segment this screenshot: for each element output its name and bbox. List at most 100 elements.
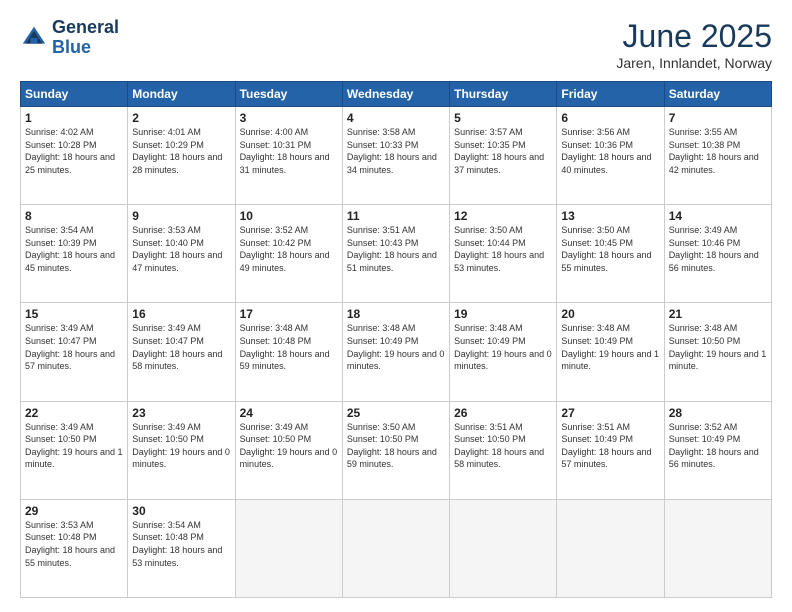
table-row: 13Sunrise: 3:50 AMSunset: 10:45 PMDaylig… bbox=[557, 205, 664, 303]
day-number: 25 bbox=[347, 406, 445, 420]
day-number: 13 bbox=[561, 209, 659, 223]
day-number: 14 bbox=[669, 209, 767, 223]
day-number: 20 bbox=[561, 307, 659, 321]
table-row: 30Sunrise: 3:54 AMSunset: 10:48 PMDaylig… bbox=[128, 499, 235, 597]
day-number: 15 bbox=[25, 307, 123, 321]
col-saturday: Saturday bbox=[664, 82, 771, 107]
day-info: Sunrise: 3:48 AMSunset: 10:48 PMDaylight… bbox=[240, 322, 338, 372]
day-info: Sunrise: 3:51 AMSunset: 10:49 PMDaylight… bbox=[561, 421, 659, 471]
table-row bbox=[664, 499, 771, 597]
col-tuesday: Tuesday bbox=[235, 82, 342, 107]
table-row: 14Sunrise: 3:49 AMSunset: 10:46 PMDaylig… bbox=[664, 205, 771, 303]
table-row bbox=[235, 499, 342, 597]
table-row: 16Sunrise: 3:49 AMSunset: 10:47 PMDaylig… bbox=[128, 303, 235, 401]
table-row: 18Sunrise: 3:48 AMSunset: 10:49 PMDaylig… bbox=[342, 303, 449, 401]
table-row: 21Sunrise: 3:48 AMSunset: 10:50 PMDaylig… bbox=[664, 303, 771, 401]
table-row: 25Sunrise: 3:50 AMSunset: 10:50 PMDaylig… bbox=[342, 401, 449, 499]
day-info: Sunrise: 3:50 AMSunset: 10:50 PMDaylight… bbox=[347, 421, 445, 471]
day-number: 5 bbox=[454, 111, 552, 125]
col-wednesday: Wednesday bbox=[342, 82, 449, 107]
day-info: Sunrise: 4:01 AMSunset: 10:29 PMDaylight… bbox=[132, 126, 230, 176]
day-info: Sunrise: 3:50 AMSunset: 10:44 PMDaylight… bbox=[454, 224, 552, 274]
col-sunday: Sunday bbox=[21, 82, 128, 107]
calendar-row: 1Sunrise: 4:02 AMSunset: 10:28 PMDayligh… bbox=[21, 107, 772, 205]
day-info: Sunrise: 3:55 AMSunset: 10:38 PMDaylight… bbox=[669, 126, 767, 176]
logo: General Blue bbox=[20, 18, 119, 58]
day-number: 17 bbox=[240, 307, 338, 321]
page: General Blue June 2025 Jaren, Innlandet,… bbox=[0, 0, 792, 612]
day-number: 10 bbox=[240, 209, 338, 223]
day-info: Sunrise: 4:02 AMSunset: 10:28 PMDaylight… bbox=[25, 126, 123, 176]
logo-icon bbox=[20, 24, 48, 52]
calendar-row: 22Sunrise: 3:49 AMSunset: 10:50 PMDaylig… bbox=[21, 401, 772, 499]
day-number: 30 bbox=[132, 504, 230, 518]
day-info: Sunrise: 3:48 AMSunset: 10:50 PMDaylight… bbox=[669, 322, 767, 372]
day-number: 3 bbox=[240, 111, 338, 125]
table-row: 27Sunrise: 3:51 AMSunset: 10:49 PMDaylig… bbox=[557, 401, 664, 499]
day-info: Sunrise: 3:57 AMSunset: 10:35 PMDaylight… bbox=[454, 126, 552, 176]
table-row: 22Sunrise: 3:49 AMSunset: 10:50 PMDaylig… bbox=[21, 401, 128, 499]
table-row: 20Sunrise: 3:48 AMSunset: 10:49 PMDaylig… bbox=[557, 303, 664, 401]
day-number: 6 bbox=[561, 111, 659, 125]
day-info: Sunrise: 3:51 AMSunset: 10:50 PMDaylight… bbox=[454, 421, 552, 471]
col-friday: Friday bbox=[557, 82, 664, 107]
month-title: June 2025 bbox=[616, 18, 772, 55]
day-number: 12 bbox=[454, 209, 552, 223]
day-number: 26 bbox=[454, 406, 552, 420]
day-number: 23 bbox=[132, 406, 230, 420]
day-info: Sunrise: 3:52 AMSunset: 10:42 PMDaylight… bbox=[240, 224, 338, 274]
day-number: 24 bbox=[240, 406, 338, 420]
day-number: 29 bbox=[25, 504, 123, 518]
day-number: 4 bbox=[347, 111, 445, 125]
day-number: 16 bbox=[132, 307, 230, 321]
day-info: Sunrise: 3:48 AMSunset: 10:49 PMDaylight… bbox=[347, 322, 445, 372]
day-info: Sunrise: 3:48 AMSunset: 10:49 PMDaylight… bbox=[454, 322, 552, 372]
table-row: 19Sunrise: 3:48 AMSunset: 10:49 PMDaylig… bbox=[450, 303, 557, 401]
logo-text: General Blue bbox=[52, 18, 119, 58]
table-row: 11Sunrise: 3:51 AMSunset: 10:43 PMDaylig… bbox=[342, 205, 449, 303]
day-number: 21 bbox=[669, 307, 767, 321]
table-row: 6Sunrise: 3:56 AMSunset: 10:36 PMDayligh… bbox=[557, 107, 664, 205]
table-row: 8Sunrise: 3:54 AMSunset: 10:39 PMDayligh… bbox=[21, 205, 128, 303]
table-row bbox=[557, 499, 664, 597]
day-info: Sunrise: 3:53 AMSunset: 10:40 PMDaylight… bbox=[132, 224, 230, 274]
table-row: 26Sunrise: 3:51 AMSunset: 10:50 PMDaylig… bbox=[450, 401, 557, 499]
day-info: Sunrise: 3:54 AMSunset: 10:48 PMDaylight… bbox=[132, 519, 230, 569]
table-row: 24Sunrise: 3:49 AMSunset: 10:50 PMDaylig… bbox=[235, 401, 342, 499]
table-row: 1Sunrise: 4:02 AMSunset: 10:28 PMDayligh… bbox=[21, 107, 128, 205]
day-info: Sunrise: 3:49 AMSunset: 10:47 PMDaylight… bbox=[132, 322, 230, 372]
table-row bbox=[342, 499, 449, 597]
header: General Blue June 2025 Jaren, Innlandet,… bbox=[20, 18, 772, 71]
table-row: 15Sunrise: 3:49 AMSunset: 10:47 PMDaylig… bbox=[21, 303, 128, 401]
day-number: 1 bbox=[25, 111, 123, 125]
day-number: 2 bbox=[132, 111, 230, 125]
table-row: 4Sunrise: 3:58 AMSunset: 10:33 PMDayligh… bbox=[342, 107, 449, 205]
calendar-row: 29Sunrise: 3:53 AMSunset: 10:48 PMDaylig… bbox=[21, 499, 772, 597]
location: Jaren, Innlandet, Norway bbox=[616, 55, 772, 71]
table-row bbox=[450, 499, 557, 597]
table-row: 23Sunrise: 3:49 AMSunset: 10:50 PMDaylig… bbox=[128, 401, 235, 499]
day-info: Sunrise: 3:49 AMSunset: 10:50 PMDaylight… bbox=[240, 421, 338, 471]
table-row: 7Sunrise: 3:55 AMSunset: 10:38 PMDayligh… bbox=[664, 107, 771, 205]
table-row: 2Sunrise: 4:01 AMSunset: 10:29 PMDayligh… bbox=[128, 107, 235, 205]
day-info: Sunrise: 3:49 AMSunset: 10:46 PMDaylight… bbox=[669, 224, 767, 274]
day-number: 7 bbox=[669, 111, 767, 125]
day-number: 8 bbox=[25, 209, 123, 223]
calendar-header-row: Sunday Monday Tuesday Wednesday Thursday… bbox=[21, 82, 772, 107]
day-info: Sunrise: 3:49 AMSunset: 10:47 PMDaylight… bbox=[25, 322, 123, 372]
day-info: Sunrise: 3:53 AMSunset: 10:48 PMDaylight… bbox=[25, 519, 123, 569]
day-number: 19 bbox=[454, 307, 552, 321]
day-info: Sunrise: 3:58 AMSunset: 10:33 PMDaylight… bbox=[347, 126, 445, 176]
day-info: Sunrise: 3:49 AMSunset: 10:50 PMDaylight… bbox=[25, 421, 123, 471]
day-info: Sunrise: 3:49 AMSunset: 10:50 PMDaylight… bbox=[132, 421, 230, 471]
day-info: Sunrise: 3:54 AMSunset: 10:39 PMDaylight… bbox=[25, 224, 123, 274]
day-info: Sunrise: 3:48 AMSunset: 10:49 PMDaylight… bbox=[561, 322, 659, 372]
col-thursday: Thursday bbox=[450, 82, 557, 107]
day-number: 18 bbox=[347, 307, 445, 321]
table-row: 17Sunrise: 3:48 AMSunset: 10:48 PMDaylig… bbox=[235, 303, 342, 401]
table-row: 5Sunrise: 3:57 AMSunset: 10:35 PMDayligh… bbox=[450, 107, 557, 205]
day-info: Sunrise: 3:52 AMSunset: 10:49 PMDaylight… bbox=[669, 421, 767, 471]
calendar-row: 8Sunrise: 3:54 AMSunset: 10:39 PMDayligh… bbox=[21, 205, 772, 303]
title-block: June 2025 Jaren, Innlandet, Norway bbox=[616, 18, 772, 71]
day-info: Sunrise: 4:00 AMSunset: 10:31 PMDaylight… bbox=[240, 126, 338, 176]
